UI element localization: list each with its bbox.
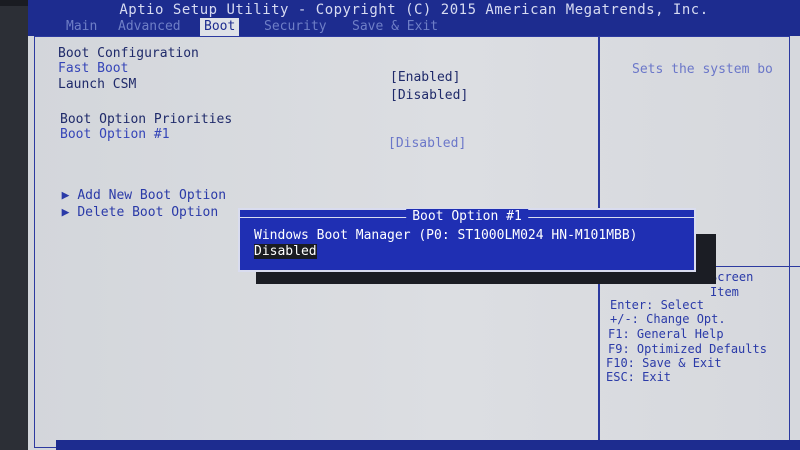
popup-option-windows-boot-manager[interactable]: Windows Boot Manager (P0: ST1000LM024 HN…: [254, 228, 638, 243]
monitor-bezel: [0, 0, 28, 450]
tab-advanced[interactable]: Advanced: [114, 18, 185, 36]
delete-boot-option-item[interactable]: ▶ Delete Boot Option: [46, 189, 219, 221]
tab-boot[interactable]: Boot: [200, 18, 240, 36]
key-hint-screen: Screen: [710, 270, 754, 284]
boot-option-1-value[interactable]: [Disabled]: [388, 136, 466, 152]
submenu-arrow-icon: ▶: [61, 205, 78, 220]
help-description: Sets the system bo: [632, 62, 773, 77]
tab-save-exit[interactable]: Save & Exit: [348, 18, 442, 36]
key-hint-enter: Enter: Select: [610, 298, 704, 312]
launch-csm-value[interactable]: [Disabled]: [390, 88, 468, 104]
boot-option-popup: Boot Option #1 Windows Boot Manager (P0:…: [238, 208, 696, 272]
title-bar: Aptio Setup Utility - Copyright (C) 2015…: [28, 0, 800, 20]
key-hint-change: +/-: Change Opt.: [610, 312, 726, 326]
tab-main[interactable]: Main: [62, 18, 101, 36]
launch-csm-label[interactable]: Launch CSM: [58, 77, 136, 93]
key-hint-f10: F10: Save & Exit: [606, 356, 722, 370]
boot-option-priorities-heading: Boot Option Priorities: [60, 112, 233, 127]
bottom-bar: [56, 440, 800, 450]
title-text: Aptio Setup Utility - Copyright (C) 2015…: [119, 2, 709, 18]
key-hint-esc: ESC: Exit: [606, 370, 672, 384]
tab-bar: Main Advanced Boot Security Save & Exit: [28, 18, 800, 36]
key-hint-f1: F1: General Help: [608, 327, 724, 341]
tab-security[interactable]: Security: [260, 18, 331, 36]
delete-boot-option-label: Delete Boot Option: [77, 205, 219, 220]
key-hint-f9: F9: Optimized Defaults: [608, 342, 767, 356]
key-hint-item: Item: [710, 285, 739, 299]
fast-boot-value[interactable]: [Enabled]: [390, 70, 460, 86]
boot-option-1-label[interactable]: Boot Option #1: [60, 127, 170, 143]
boot-configuration-heading: Boot Configuration: [58, 46, 199, 61]
popup-title: Boot Option #1: [406, 209, 528, 225]
fast-boot-label[interactable]: Fast Boot: [58, 61, 128, 77]
popup-option-disabled[interactable]: Disabled: [254, 244, 317, 259]
